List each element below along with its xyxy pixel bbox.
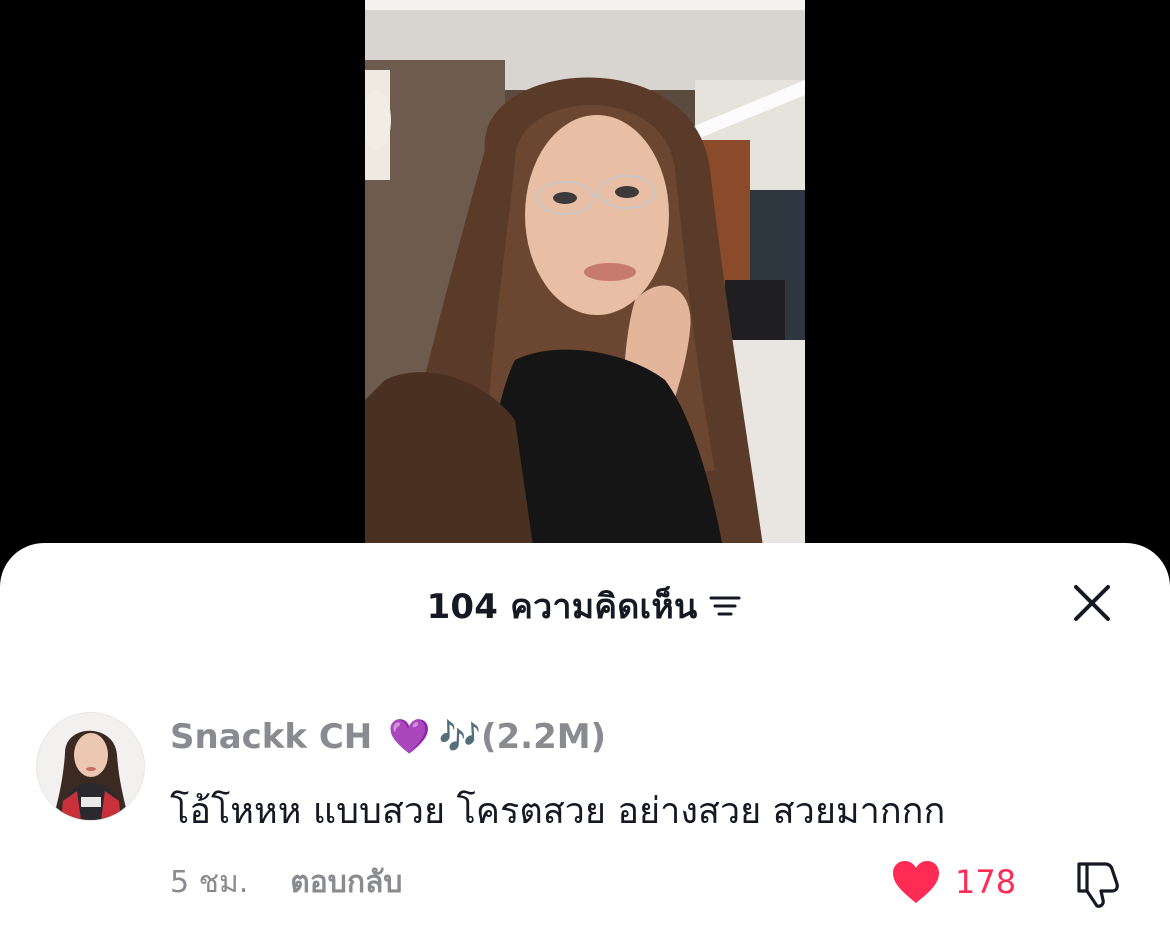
reply-button[interactable]: ตอบกลับ — [290, 859, 402, 906]
video-thumbnail-image — [365, 0, 805, 560]
comment-author-name[interactable]: Snackk CH — [170, 717, 372, 757]
like-count: 178 — [955, 863, 1017, 901]
author-followers: (2.2M) — [480, 717, 607, 757]
close-icon[interactable] — [1070, 581, 1114, 625]
comment-meta: 5 ชม. ตอบกลับ — [170, 857, 402, 907]
video-preview[interactable] — [365, 0, 805, 560]
thumbs-down-icon[interactable] — [1071, 856, 1125, 910]
comment-item: Snackk CH 💜 🎶 (2.2M) โอ้โหหห แบบสวย โครต… — [36, 712, 1136, 922]
heart-icon — [893, 861, 939, 903]
avatar[interactable] — [36, 712, 145, 821]
comments-header: 104 ความคิดเห็น — [0, 581, 1170, 631]
avatar-image — [37, 713, 144, 820]
screen: 104 ความคิดเห็น Snackk CH 💜 🎶 (2.2M) โอ้… — [0, 0, 1170, 925]
comment-author-line: Snackk CH 💜 🎶 (2.2M) — [170, 712, 606, 762]
music-notes-emoji: 🎶 — [438, 717, 481, 757]
comments-sheet: 104 ความคิดเห็น Snackk CH 💜 🎶 (2.2M) โอ้… — [0, 543, 1170, 925]
comments-count-title: 104 ความคิดเห็น — [426, 587, 698, 627]
purple-heart-emoji: 💜 — [388, 717, 431, 757]
sort-lines-icon[interactable] — [707, 591, 743, 621]
like-button[interactable]: 178 — [891, 857, 1016, 907]
comment-time: 5 ชม. — [170, 864, 249, 900]
comment-text: โอ้โหหห แบบสวย โครตสวย อย่างสวย สวยมากกก — [170, 791, 946, 832]
